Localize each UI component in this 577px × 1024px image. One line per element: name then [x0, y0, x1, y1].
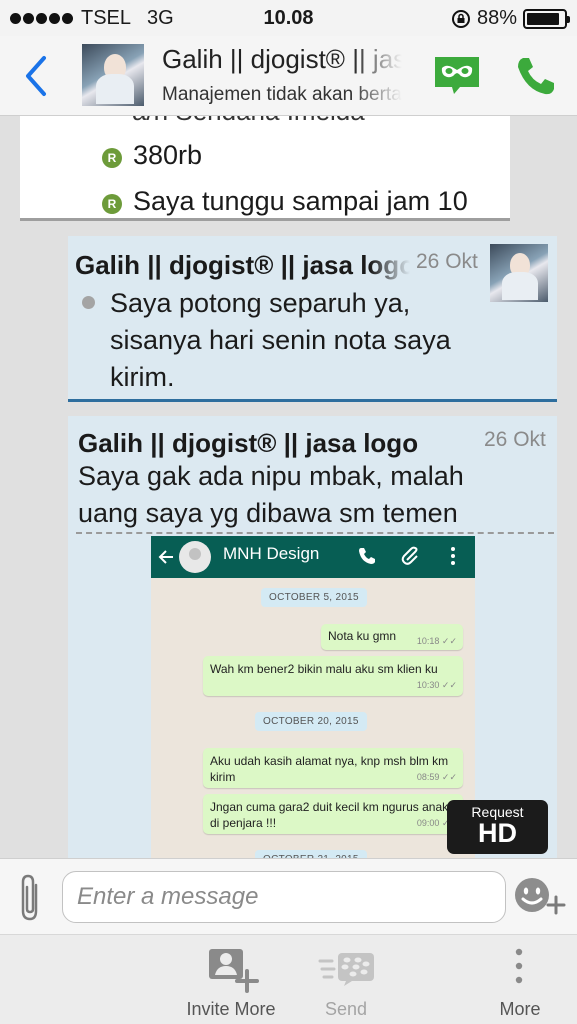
message-list[interactable]: a/n Sendana Imelda R 380rb R Saya tunggu…: [0, 116, 577, 858]
battery-percent: 88%: [476, 7, 517, 29]
message-date: 26 Okt: [484, 428, 546, 451]
add-emoticon-icon[interactable]: [514, 877, 570, 919]
bbm-send-icon: [318, 953, 374, 986]
embedded-message: Jngan cuma gara2 duit kecil km ngurus an…: [203, 794, 463, 834]
message-line-partial: a/n Sendana Imelda: [132, 116, 365, 127]
read-receipt-icon: R: [102, 148, 122, 168]
invite-more-icon: [209, 949, 259, 993]
contact-avatar[interactable]: [82, 44, 144, 106]
embedded-app-bar: MNH Design: [151, 536, 475, 578]
embedded-back-arrow-icon: [158, 550, 173, 564]
embedded-menu-icon: [451, 547, 455, 565]
request-hd-button[interactable]: Request HD: [447, 800, 548, 854]
send-button[interactable]: Send: [296, 935, 396, 1024]
sender-name: Galih || djogist® || jasa logo: [75, 250, 410, 281]
embedded-message: Aku udah kasih alamat nya, knp msh blm k…: [203, 748, 463, 788]
battery-fill: [527, 12, 559, 25]
battery-icon: [523, 8, 570, 29]
message-composer: [0, 858, 577, 935]
message-text: Saya potong separuh ya, sisanya hari sen…: [110, 288, 451, 392]
message-date: 26 Okt: [416, 250, 478, 273]
status-bar: TSEL 3G 10.08 88%: [0, 0, 577, 36]
bottom-toolbar: Invite More Send More: [0, 935, 577, 1024]
chat-header: Galih || djogist® || jasa logo Manajemen…: [0, 36, 577, 116]
sender-name: Galih || djogist® || jasa logo: [78, 428, 462, 459]
read-receipt-icon: R: [102, 194, 122, 214]
send-label: Send: [324, 999, 368, 1019]
embedded-attach-icon: [401, 546, 418, 565]
outgoing-message-bubble[interactable]: a/n Sendana Imelda R 380rb R Saya tunggu…: [20, 116, 510, 221]
embedded-date-separator: OCTOBER 20, 2015: [255, 712, 367, 731]
contact-name[interactable]: Galih || djogist® || jasa logo: [162, 44, 402, 75]
sender-avatar[interactable]: [490, 244, 548, 302]
picture-divider: [76, 532, 554, 534]
private-chat-mask-icon[interactable]: [432, 54, 482, 98]
hd-label: HD: [478, 818, 517, 848]
more-label: More: [499, 999, 541, 1019]
embedded-call-icon: [359, 548, 375, 564]
message-text: Saya tunggu sampai jam 10: [133, 186, 468, 216]
message-text: 380rb: [133, 140, 203, 170]
incoming-message-bubble[interactable]: Galih || djogist® || jasa logo 26 Okt Sa…: [68, 236, 557, 402]
embedded-message: Wah km bener2 bikin malu aku sm klien ku…: [203, 656, 463, 696]
back-chevron-icon[interactable]: [22, 54, 50, 98]
voice-call-icon[interactable]: [514, 54, 558, 98]
incoming-picture-message-bubble[interactable]: Galih || djogist® || jasa logo 26 Okt Sa…: [68, 416, 557, 858]
embedded-avatar: [179, 541, 211, 573]
embedded-message: Nota ku gmn 10:18 ✓✓: [321, 624, 463, 650]
embedded-chat-title: MNH Design: [223, 544, 320, 563]
more-button[interactable]: More: [478, 935, 562, 1024]
unread-dot-icon: [82, 296, 95, 309]
contact-status-message: Manajemen tidak akan bertanggung jawab: [162, 84, 402, 106]
invite-more-label: Invite More: [186, 999, 276, 1019]
message-text: Saya gak ada nipu mbak, malah uang saya …: [78, 461, 464, 528]
message-input[interactable]: [62, 871, 506, 923]
embedded-date-separator: OCTOBER 5, 2015: [261, 588, 367, 607]
more-vertical-dots-icon: [515, 948, 523, 984]
picture-attachment[interactable]: MNH Design OCTOBER 5, 2015 Nota ku gmn 1…: [151, 536, 475, 858]
attach-paperclip-icon[interactable]: [16, 873, 44, 923]
rotation-lock-icon: [451, 9, 470, 28]
embedded-date-separator: OCTOBER 21, 2015: [255, 850, 367, 858]
invite-more-button[interactable]: Invite More: [171, 935, 291, 1024]
